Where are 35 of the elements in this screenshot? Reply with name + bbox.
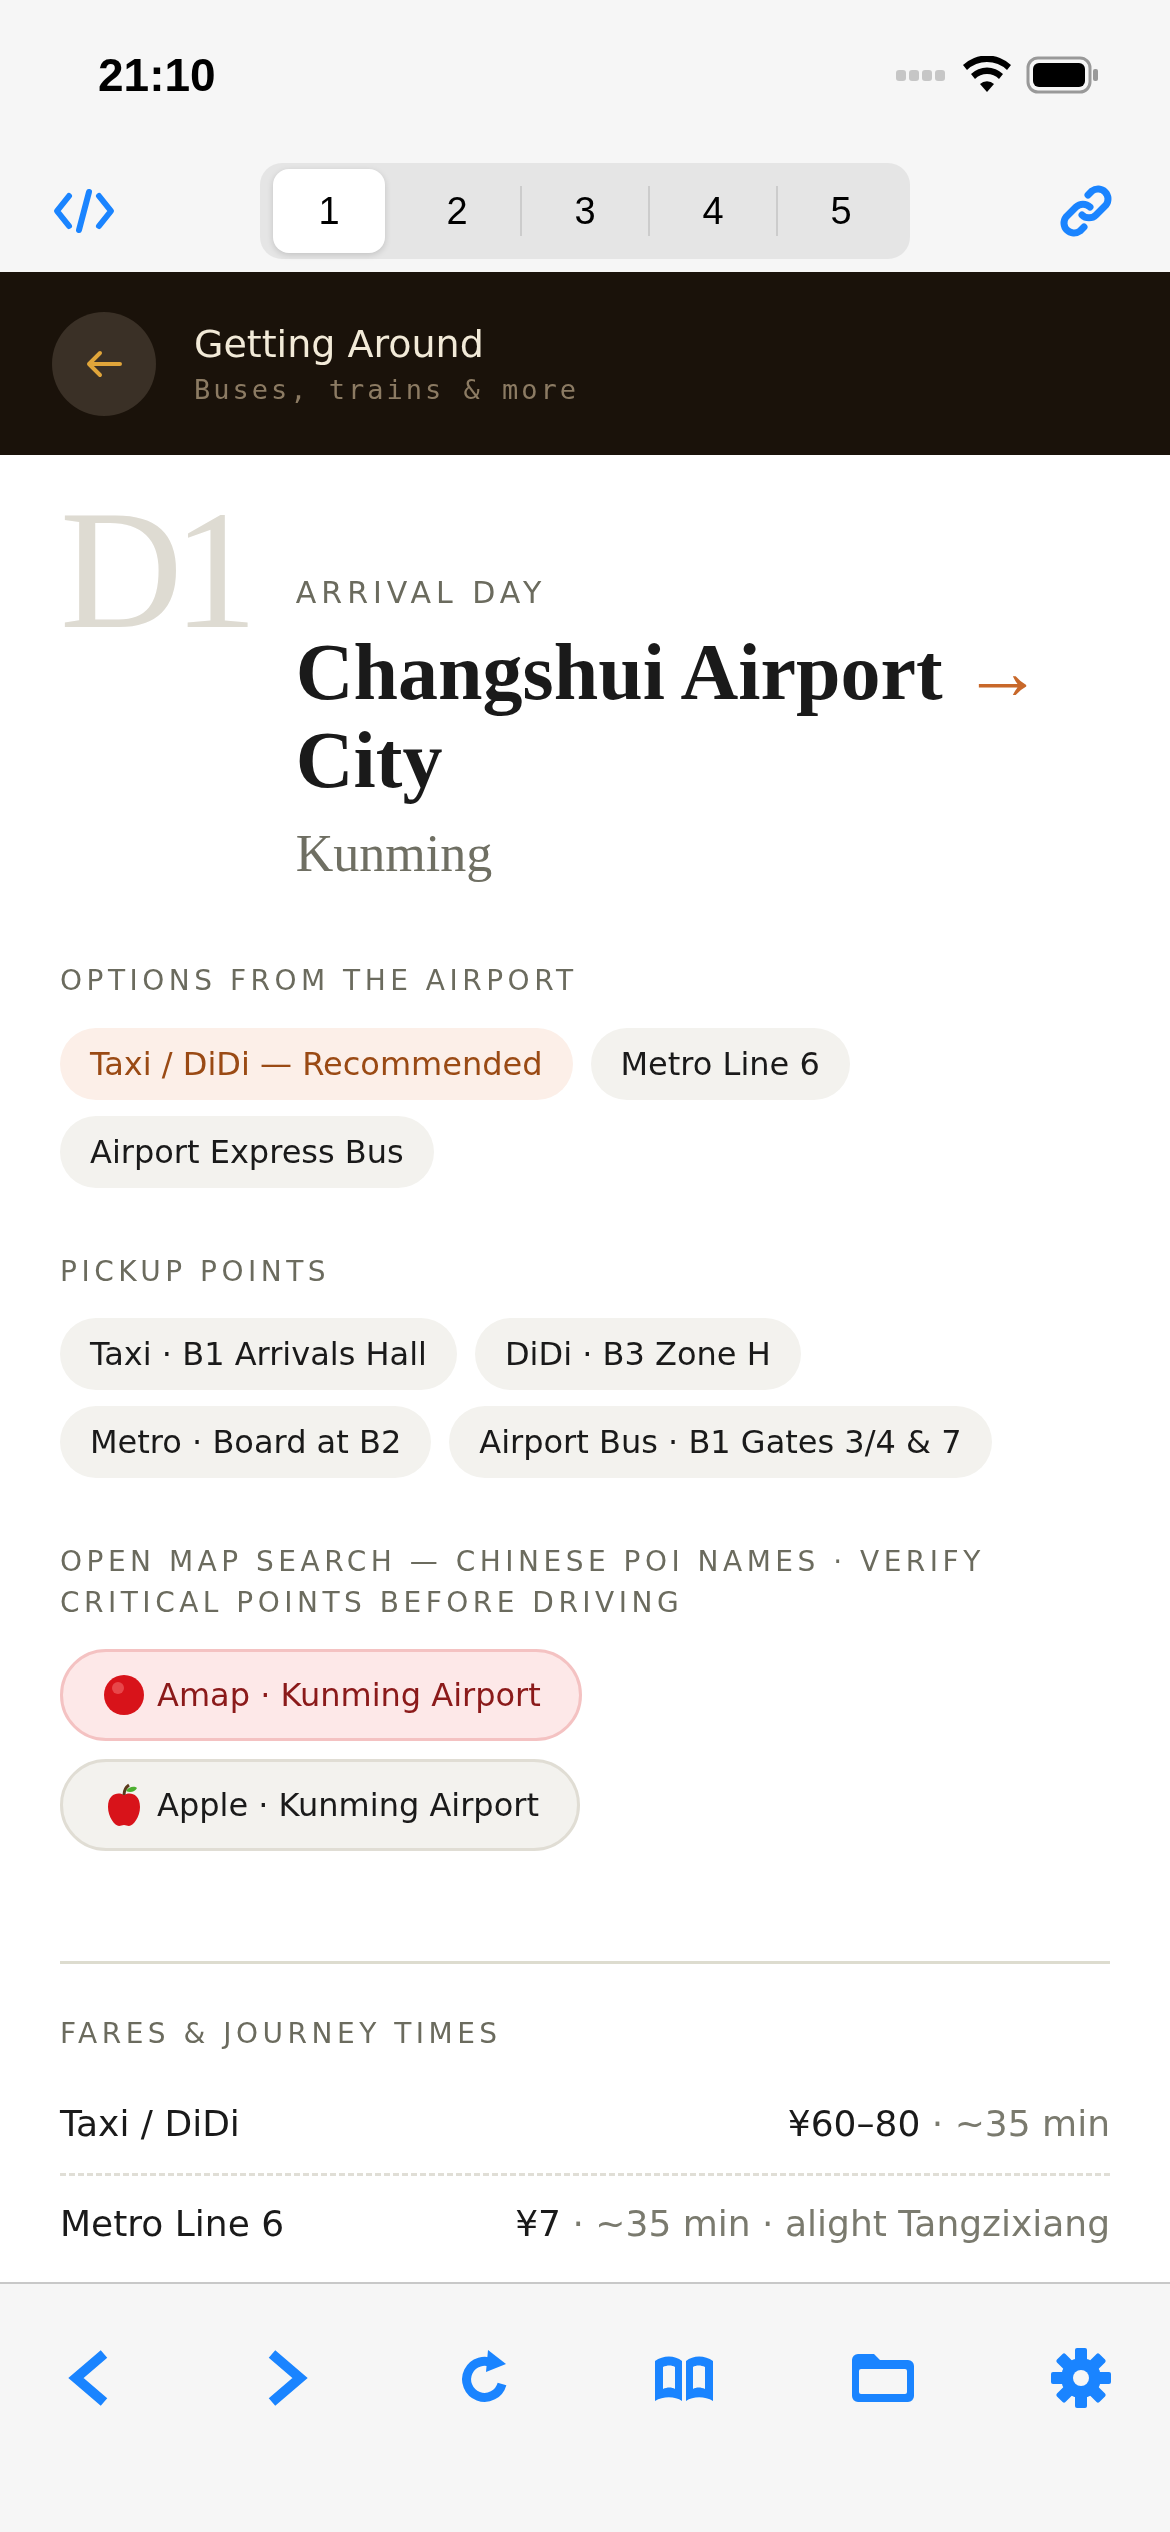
segment-tab[interactable]: 1	[273, 169, 385, 253]
section-label: FARES & JOURNEY TIMES	[60, 2016, 503, 2053]
battery-icon	[1026, 56, 1100, 94]
option-chip: Taxi · B1 Arrivals Hall	[60, 1318, 457, 1391]
cellular-signal-icon	[896, 68, 948, 82]
option-chip: Metro Line 6	[590, 1027, 850, 1100]
header-title: Getting Around	[194, 322, 485, 366]
fare-mode: Metro Line 6	[60, 2202, 285, 2244]
fare-price: ¥7	[515, 2202, 562, 2244]
segment-tab[interactable]: 3	[529, 169, 641, 253]
fare-price: ¥60–80	[787, 2103, 921, 2145]
option-chip: Airport Bus · B1 Gates 3/4 & 7	[449, 1406, 992, 1479]
option-chip: Metro · Board at B2	[60, 1406, 432, 1479]
header-subtitle: Buses, trains & more	[194, 374, 580, 405]
status-time: 21:10	[98, 48, 216, 102]
dot-icon	[103, 1674, 145, 1717]
option-chip: Taxi / DiDi — Recommended	[60, 1027, 573, 1100]
section-label: OPEN MAP SEARCH — CHINESE POI NAMES · VERIFY CRITICAL POINTS BEFORE DRIVING	[60, 1544, 986, 1621]
segment-tab[interactable]: 5	[785, 169, 897, 253]
option-chip: DiDi · B3 Zone H	[474, 1318, 801, 1391]
segment-tab[interactable]: 4	[657, 169, 769, 253]
map-link[interactable]: Amap · Kunming Airport	[60, 1649, 582, 1742]
arrow-icon	[84, 348, 124, 379]
section-label: PICKUP POINTS	[60, 1253, 332, 1290]
fare-mode: Taxi / DiDi	[60, 2103, 240, 2145]
segment-tab[interactable]: 2	[401, 169, 513, 253]
wifi-icon	[962, 56, 1012, 94]
section-label: OPTIONS FROM THE AIRPORT	[60, 963, 579, 999]
option-chip: Airport Express Bus	[60, 1115, 434, 1188]
map-link[interactable]: Apple · Kunming Airport	[60, 1759, 580, 1852]
fare-detail: · ~35 min	[931, 2103, 1110, 2145]
fare-detail: · ~35 min · alight Tangzixiang	[572, 2202, 1110, 2244]
city-name: Kunming	[295, 824, 494, 883]
day-label: ARRIVAL DAY	[295, 575, 548, 610]
day-title: Changshui Airport → City	[295, 628, 1043, 804]
